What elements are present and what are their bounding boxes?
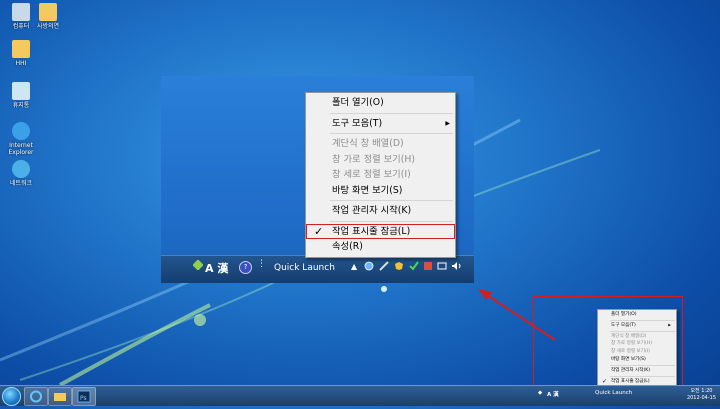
quick-launch-label[interactable]: Quick Launch — [274, 263, 335, 273]
menu-item-label: 작업 관리자 시작(K) — [611, 367, 651, 373]
menu-item[interactable]: 계단식 창 배열(D) — [306, 136, 455, 152]
computer-icon — [12, 3, 30, 21]
menu-separator — [330, 220, 453, 222]
menu-item-label: 바탕 화면 보기(S) — [332, 184, 403, 196]
system-clock[interactable]: 오전 1:20 2012-04-15 — [687, 388, 716, 402]
menu-separator — [330, 133, 453, 134]
menu-item-label: 창 가로 정렬 보기(H) — [611, 341, 653, 347]
menu-item[interactable]: 창 가로 정렬 보기(H) — [598, 340, 676, 348]
desktop-icon-label: 사방의연 — [36, 23, 60, 30]
photoshop-taskbar-button[interactable]: Ps — [72, 387, 96, 406]
menu-separator — [610, 364, 675, 366]
taskbar-context-menu-small: 폴더 열기(O) 도구 모음(T) ▶ 계단식 창 배열(D) 창 가로 정렬 보기(H… — [597, 309, 677, 396]
mini-quick-launch-label[interactable]: Quick Launch — [595, 390, 632, 396]
menu-item-label: 창 세로 정렬 보기(I) — [332, 169, 411, 180]
tray-shield-icon[interactable] — [394, 261, 404, 274]
menu-item-label: 작업 표시줄 잠금(L) — [332, 225, 411, 237]
desktop-icon-label: 네트워크 — [9, 180, 33, 187]
help-icon[interactable]: ? — [239, 261, 252, 274]
zoomed-taskbar-panel: A 漢 ? ⋮ Quick Launch ▲ 폴더 열기(O) 도구 모음(T) ▶… — [161, 76, 474, 283]
menu-separator — [610, 330, 675, 332]
ie-icon — [12, 122, 30, 140]
tray-network-icon[interactable] — [364, 261, 374, 274]
menu-item[interactable]: 작업 관리자 시작(K) — [306, 203, 455, 219]
desktop-icon-label: HHI — [15, 60, 27, 67]
tray-pen-icon[interactable] — [379, 261, 389, 274]
menu-item-label: 계단식 창 배열(D) — [332, 138, 404, 149]
desktop-icon[interactable]: HHI — [3, 40, 39, 67]
ime-mode-label[interactable]: A 漢 — [205, 260, 228, 276]
tray-display-icon[interactable] — [437, 261, 447, 274]
menu-item[interactable]: 폴더 열기(O) — [598, 311, 676, 319]
clock-time: 오전 1:20 — [690, 388, 713, 394]
menu-item[interactable]: ✓ 작업 표시줄 잠금(L) — [306, 223, 455, 239]
menu-item[interactable]: 창 세로 정렬 보기(I) — [306, 167, 455, 183]
menu-item-label: 폴더 열기(O) — [611, 312, 637, 317]
desktop-icon[interactable]: 휴지통 — [3, 82, 39, 109]
menu-item[interactable]: 속성(R) — [306, 239, 455, 255]
menu-separator — [610, 319, 675, 321]
desktop-icon-label: 휴지통 — [12, 102, 30, 109]
tray-flag-icon[interactable] — [423, 261, 433, 274]
menu-item[interactable]: 바탕 화면 보기(S) — [598, 356, 676, 364]
menu-item-label: 창 가로 정렬 보기(H) — [332, 153, 415, 165]
svg-text:Ps: Ps — [80, 395, 87, 402]
menu-item-label: 속성(R) — [332, 241, 363, 252]
folder-icon — [12, 40, 30, 58]
menu-item[interactable]: 창 가로 정렬 보기(H) — [306, 152, 455, 168]
menu-item[interactable]: 창 세로 정렬 보기(I) — [598, 348, 676, 356]
menu-separator — [330, 112, 453, 114]
ime-pad-icon[interactable]: ⋮ — [257, 259, 266, 269]
desktop-icon[interactable]: 사방의연 — [30, 3, 66, 30]
menu-item[interactable]: 바탕 화면 보기(S) — [306, 183, 455, 199]
desktop-icon[interactable]: 네트워크 — [3, 160, 39, 187]
clock-date: 2012-04-15 — [686, 395, 716, 401]
menu-item-label: 바탕 화면 보기(S) — [611, 356, 646, 362]
ie-taskbar-button[interactable] — [24, 387, 48, 406]
menu-item[interactable]: 폴더 열기(O) — [306, 95, 455, 111]
explorer-taskbar-button[interactable] — [48, 387, 72, 406]
zoomed-taskbar: A 漢 ? ⋮ Quick Launch ▲ — [161, 255, 474, 283]
taskbar: Ps ◆ A 漢 Quick Launch 오전 1:20 2012-04-15 — [0, 385, 720, 406]
mini-ime-label[interactable]: A 漢 — [547, 390, 559, 398]
start-button[interactable] — [2, 387, 21, 406]
menu-item-label: 작업 표시줄 잠금(L) — [611, 378, 650, 384]
taskbar-context-menu: 폴더 열기(O) 도구 모음(T) ▶ 계단식 창 배열(D) 창 가로 정렬 보기(H… — [305, 92, 456, 258]
folder-icon — [39, 3, 57, 21]
tray-up-arrow-icon[interactable]: ▲ — [351, 262, 357, 271]
language-bar-icon[interactable] — [192, 259, 204, 273]
menu-item-label: 도구 모음(T) — [332, 117, 383, 129]
menu-item-label: 창 세로 정렬 보기(I) — [611, 349, 650, 355]
network-icon — [12, 160, 30, 178]
desktop-icon-label: Internet Explorer — [8, 142, 34, 156]
submenu-arrow-icon: ▶ — [445, 119, 450, 127]
submenu-arrow-icon: ▶ — [668, 322, 671, 327]
tray-check-icon[interactable] — [409, 261, 419, 274]
menu-item[interactable]: 도구 모음(T) ▶ — [598, 322, 676, 330]
menu-item[interactable]: 작업 관리자 시작(K) — [598, 367, 676, 375]
menu-item[interactable]: 계단식 창 배열(D) — [598, 333, 676, 341]
mini-language-icon[interactable]: ◆ — [538, 390, 542, 396]
menu-item-label: 작업 관리자 시작(K) — [332, 205, 412, 216]
menu-separator — [610, 375, 675, 377]
menu-separator — [330, 200, 453, 201]
recycle-bin-icon — [12, 82, 30, 100]
desktop-icon[interactable]: Internet Explorer — [3, 122, 39, 156]
menu-item-label: 도구 모음(T) — [611, 322, 636, 328]
menu-item[interactable]: 도구 모음(T) ▶ — [306, 116, 455, 132]
check-icon: ✓ — [314, 224, 324, 238]
tray-volume-icon[interactable] — [451, 261, 463, 274]
menu-item-label: 계단식 창 배열(D) — [611, 333, 647, 339]
menu-item-label: 폴더 열기(O) — [332, 97, 384, 108]
